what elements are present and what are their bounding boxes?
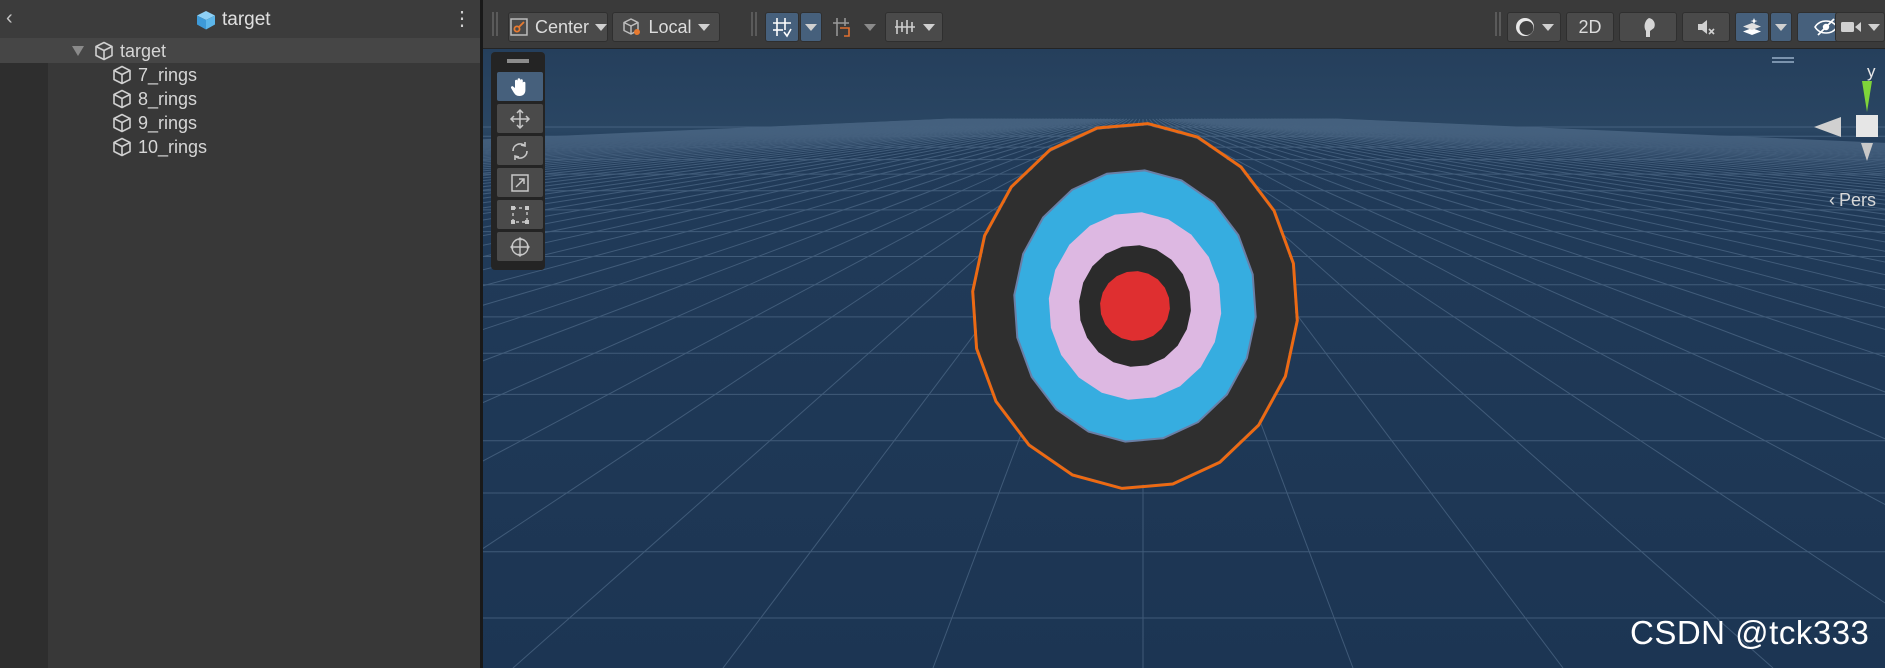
rotate-tool-button[interactable] <box>497 136 543 165</box>
grid-snap-options-dropdown[interactable] <box>800 12 822 42</box>
gizmo-x-axis-cone[interactable] <box>1814 117 1841 137</box>
prefab-title-label: target <box>222 9 271 30</box>
chevron-down-icon <box>805 23 817 31</box>
gameobject-cube-icon <box>113 89 131 109</box>
grid-snap-icon <box>773 18 792 38</box>
tree-item-label: 7_rings <box>138 64 198 85</box>
kebab-menu-icon[interactable]: ⋮ <box>452 8 472 30</box>
hand-icon <box>510 77 526 96</box>
gizmo-y-axis-cone[interactable] <box>1862 81 1872 112</box>
pivot-mode-dropdown[interactable]: Center <box>508 12 608 42</box>
foldout-arrow-icon[interactable] <box>72 46 84 56</box>
local-cube-icon <box>623 18 641 35</box>
tree-item-label: target <box>120 40 167 61</box>
chevron-down-icon <box>1542 23 1554 31</box>
target-bullseye[interactable] <box>1100 271 1170 341</box>
overlay-grip-handle[interactable] <box>507 59 529 63</box>
ruler-dropdown[interactable] <box>885 12 943 42</box>
tree-item-8-rings[interactable]: 8_rings <box>112 87 197 111</box>
prefab-title: target <box>196 9 271 31</box>
audio-mute-toggle[interactable] <box>1682 12 1730 42</box>
watermark-text: CSDN @tck333 <box>1630 614 1870 651</box>
tree-item-label: 9_rings <box>138 112 198 133</box>
scale-tool-button[interactable] <box>497 168 543 197</box>
tools-overlay <box>491 52 545 270</box>
effects-options-dropdown[interactable] <box>1770 12 1792 42</box>
gizmo-axis-label: y <box>1867 62 1876 81</box>
pivot-rotation-label: Local <box>648 16 692 37</box>
hand-tool-button[interactable] <box>497 72 543 101</box>
tree-item-9-rings[interactable]: 9_rings <box>112 111 197 135</box>
scale-icon <box>511 173 529 192</box>
increment-snap-options-dropdown[interactable] <box>859 12 881 42</box>
gameobject-cube-icon <box>113 137 131 157</box>
increment-snap-icon <box>833 18 850 37</box>
orientation-gizmo[interactable]: y <box>1814 57 1885 189</box>
chevron-down-icon <box>697 23 710 31</box>
rect-transform-icon <box>511 205 529 224</box>
chevron-down-icon <box>864 23 876 31</box>
grid-snap-toggle[interactable] <box>765 12 799 42</box>
rotate-icon <box>512 141 528 160</box>
lighting-toggle[interactable] <box>1619 12 1677 42</box>
gameobject-cube-icon <box>113 113 131 133</box>
chevron-down-icon <box>1775 23 1787 31</box>
camera-icon <box>1841 22 1861 32</box>
chevron-left-icon[interactable]: ‹ <box>6 8 26 28</box>
gizmo-center-cube[interactable] <box>1856 115 1878 137</box>
audio-mute-icon <box>1698 20 1715 35</box>
2d-toggle[interactable]: 2D <box>1566 12 1614 42</box>
tree-item-target[interactable]: target <box>72 39 166 63</box>
move-tool-button[interactable] <box>497 104 543 133</box>
toolbar-grip-handle[interactable] <box>1495 12 1501 36</box>
scene-view[interactable]: y Pers CSDN @tck333 <box>483 49 1885 668</box>
2d-toggle-label: 2D <box>1578 16 1602 37</box>
projection-toggle-label[interactable]: Pers <box>1829 190 1876 211</box>
tree-item-10-rings[interactable]: 10_rings <box>112 135 207 159</box>
camera-settings-dropdown[interactable] <box>1835 12 1885 42</box>
move-arrows-icon <box>509 108 531 129</box>
effects-icon <box>1743 18 1761 35</box>
pivot-mode-label: Center <box>534 16 589 37</box>
scene-toolbar: Center Local 2D <box>483 0 1885 49</box>
chevron-down-icon <box>1868 23 1880 31</box>
gameobject-cube-icon <box>95 41 113 61</box>
toolbar-grip-handle[interactable] <box>492 12 498 36</box>
chevron-down-icon <box>595 23 607 31</box>
gameobject-cube-icon <box>113 65 131 85</box>
draw-mode-dropdown[interactable] <box>1507 12 1561 42</box>
lighting-icon <box>1644 18 1655 37</box>
hierarchy-header: ‹ target ⋮ <box>0 0 480 39</box>
transform-tool-button[interactable] <box>497 232 543 261</box>
chevron-down-icon <box>923 23 935 31</box>
tree-item-7-rings[interactable]: 7_rings <box>112 63 197 87</box>
tree-item-label: 8_rings <box>138 88 198 109</box>
hierarchy-gutter <box>0 52 48 668</box>
effects-toggle[interactable] <box>1735 12 1769 42</box>
prefab-cube-icon <box>197 11 215 30</box>
rect-tool-button[interactable] <box>497 200 543 229</box>
tree-item-label: 10_rings <box>138 136 208 157</box>
transform-icon <box>510 236 530 257</box>
pivot-rotation-dropdown[interactable]: Local <box>612 12 720 42</box>
hierarchy-panel: ‹ target ⋮ target 7_rings 8_rings 9_ring… <box>0 0 480 668</box>
ruler-icon <box>895 20 915 34</box>
scene-canvas[interactable] <box>483 49 1885 668</box>
archery-target[interactable] <box>971 122 1299 490</box>
draw-mode-icon <box>1516 18 1534 36</box>
increment-snap-toggle[interactable] <box>825 12 859 42</box>
gizmo-z-axis-cone[interactable] <box>1861 143 1873 161</box>
toolbar-grip-handle[interactable] <box>751 12 757 36</box>
pivot-center-icon <box>510 18 528 36</box>
